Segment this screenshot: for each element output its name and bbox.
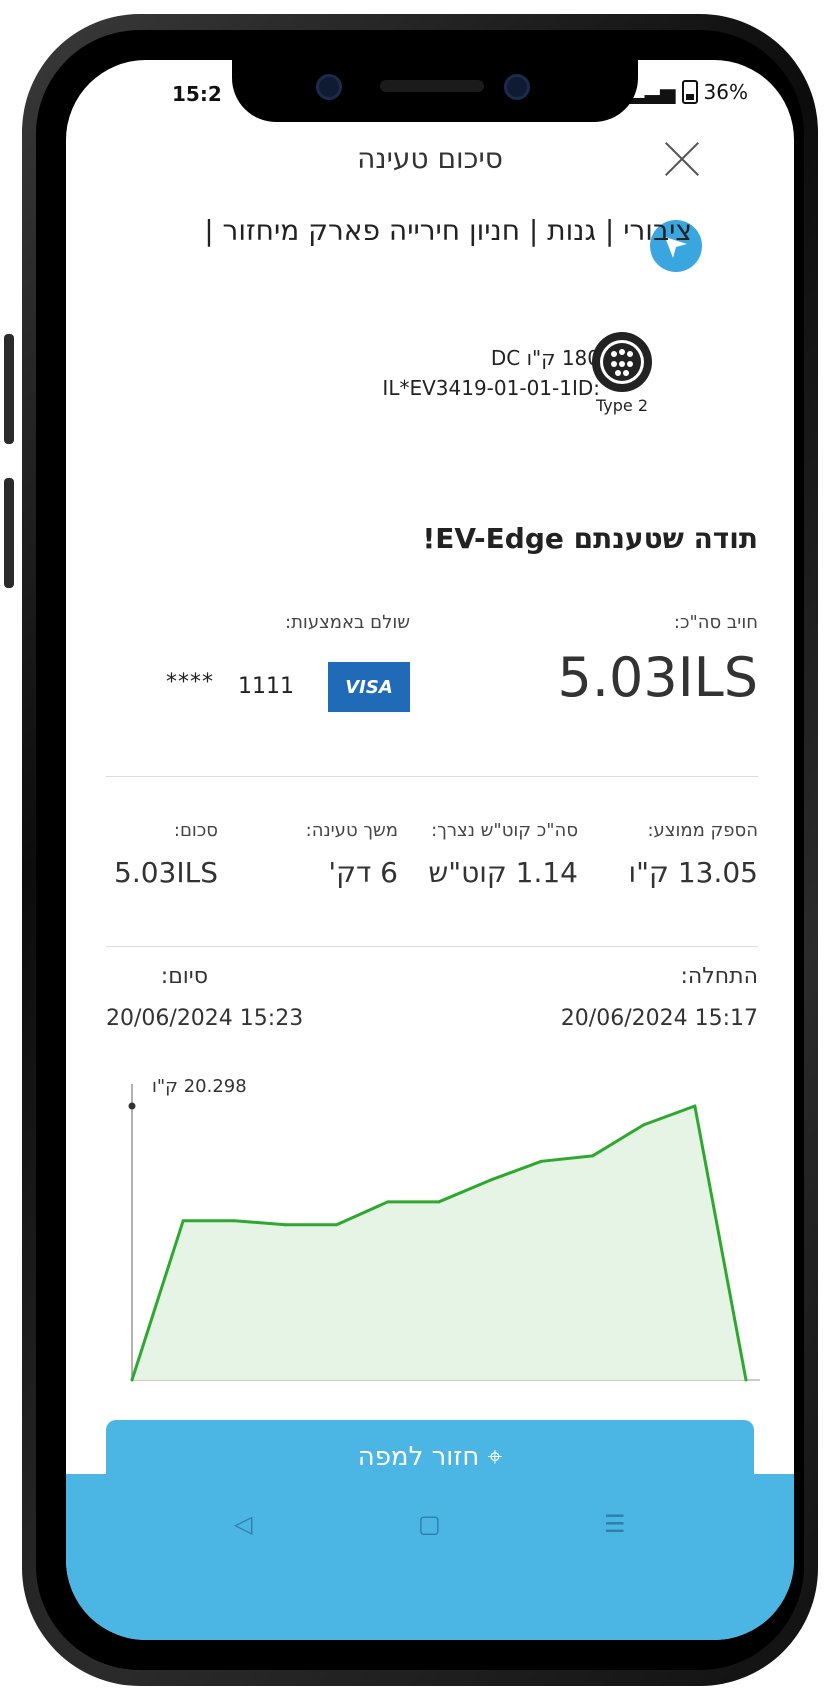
menu-lines-icon[interactable]: ☰ <box>604 1510 626 1538</box>
start-label: התחלה: <box>680 964 759 989</box>
stat-value-avg-power: 13.05 ק"ו <box>628 856 758 889</box>
map-pin-icon: ⌖ <box>487 1442 503 1472</box>
location-text: ציבורי | גנות | חניון חירייה פארק מיחזור… <box>204 214 692 247</box>
device-frame: 15:2 5G ▂▃▅ 36% סיכום טעינה ציבורי | גנו… <box>0 0 840 1695</box>
start-value: 20/06/2024 15:17 <box>560 1006 758 1031</box>
stat-value-amount: 5.03ILS <box>114 856 218 889</box>
data-point <box>437 1200 441 1204</box>
volume-down-button <box>4 478 14 588</box>
battery-level: 36% <box>703 80 748 104</box>
visa-logo: VISA <box>328 662 410 712</box>
area-fill <box>132 1105 746 1380</box>
data-point <box>642 1123 646 1127</box>
thanks-heading: תודה שטענתם EV-Edge! <box>422 522 758 555</box>
data-point <box>744 1378 748 1382</box>
max-marker <box>128 1102 136 1110</box>
stat-label-amount: סכום: <box>173 820 218 841</box>
data-point <box>386 1200 390 1204</box>
camera-icon <box>316 74 342 100</box>
data-point <box>284 1223 287 1227</box>
back-button-content: ⌖ חזור למפה <box>106 1442 754 1473</box>
card-mask: **** <box>166 670 214 695</box>
back-triangle-icon[interactable]: ◁ <box>234 1510 252 1538</box>
battery-icon <box>681 80 698 104</box>
connector-type-label: Type 2 <box>596 396 649 415</box>
stat-label-avg-power: הספק ממוצע: <box>647 820 758 841</box>
end-label: סיום: <box>160 964 208 989</box>
end-value: 20/06/2024 15:23 <box>106 1006 304 1031</box>
connector-id: IL*EV3419-01-01-1ID: <box>382 376 600 400</box>
speaker <box>380 80 484 92</box>
data-point <box>693 1104 697 1108</box>
volume-up-button <box>4 334 14 444</box>
stat-value-energy: 1.14 קוט"ש <box>428 856 578 889</box>
data-point <box>181 1219 185 1223</box>
power-chart <box>128 1084 760 1382</box>
total-value: 5.03ILS <box>557 646 758 709</box>
close-icon[interactable] <box>662 138 702 178</box>
back-to-map-button[interactable]: ⌖ חזור למפה <box>106 1420 754 1504</box>
divider <box>106 776 758 777</box>
data-point <box>335 1223 339 1227</box>
stat-label-energy: סה"כ קוט"ש נצרך: <box>431 820 578 841</box>
notch <box>232 60 638 122</box>
data-point <box>130 1378 134 1382</box>
connector-power: 180 ק"ו DC <box>490 346 600 370</box>
sensor-icon <box>504 74 530 100</box>
back-button-label: חזור למפה <box>357 1442 480 1472</box>
status-time: 15:2 <box>172 82 222 106</box>
stat-value-duration: 6 דק' <box>328 856 398 889</box>
divider <box>106 946 758 947</box>
data-point <box>591 1154 594 1158</box>
data-point <box>539 1159 543 1163</box>
card-last4: 1111 <box>238 674 294 699</box>
data-point <box>488 1178 492 1182</box>
screen: 15:2 5G ▂▃▅ 36% סיכום טעינה ציבורי | גנו… <box>66 60 794 1640</box>
chart-max-label: 20.298 ק"ו <box>152 1076 247 1097</box>
home-square-icon[interactable]: ▢ <box>418 1510 441 1538</box>
stat-label-duration: משך טעינה: <box>305 820 398 841</box>
total-label: חויב סה"כ: <box>673 612 758 633</box>
data-point <box>232 1219 236 1223</box>
paid-with-label: שולם באמצעות: <box>285 612 410 633</box>
